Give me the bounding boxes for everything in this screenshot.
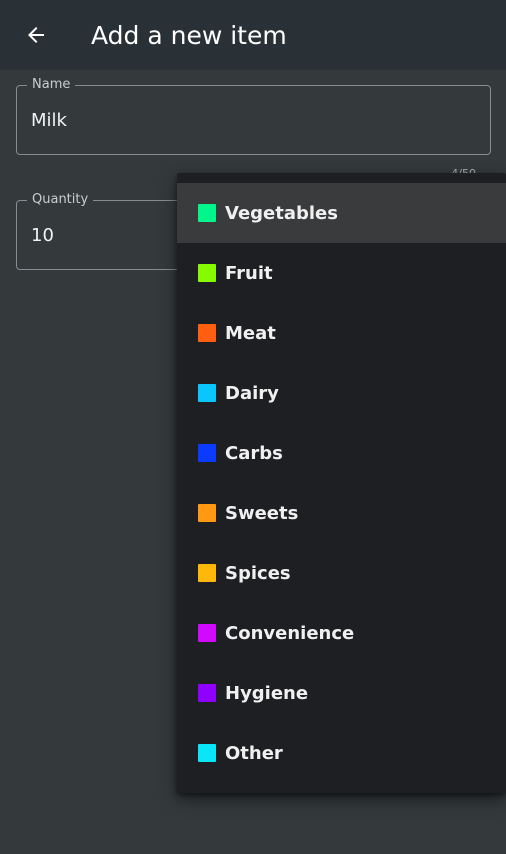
quantity-field-label: Quantity <box>27 192 94 208</box>
category-item-label: Other <box>225 743 283 764</box>
category-item-spices[interactable]: Spices <box>177 543 506 603</box>
name-field[interactable]: Name Milk <box>16 77 491 155</box>
category-color-swatch <box>198 684 216 702</box>
category-item-label: Carbs <box>225 443 283 464</box>
category-item-vegetables[interactable]: Vegetables <box>177 183 506 243</box>
category-item-fruit[interactable]: Fruit <box>177 243 506 303</box>
category-item-label: Meat <box>225 323 276 344</box>
category-item-label: Spices <box>225 563 291 584</box>
category-item-other[interactable]: Other <box>177 723 506 783</box>
category-item-hygiene[interactable]: Hygiene <box>177 663 506 723</box>
quantity-field[interactable]: Quantity 10 <box>16 192 191 270</box>
category-color-swatch <box>198 564 216 582</box>
category-item-label: Convenience <box>225 623 355 644</box>
category-color-swatch <box>198 204 216 222</box>
back-button[interactable] <box>18 17 54 53</box>
category-color-swatch <box>198 444 216 462</box>
category-item-label: Sweets <box>225 503 299 524</box>
category-item-label: Dairy <box>225 383 279 404</box>
page-title: Add a new item <box>91 21 287 50</box>
category-color-swatch <box>198 324 216 342</box>
category-dropdown-menu: Vegetables Fruit Meat Dairy Carbs Sweets… <box>177 173 506 793</box>
category-item-convenience[interactable]: Convenience <box>177 603 506 663</box>
category-color-swatch <box>198 624 216 642</box>
category-color-swatch <box>198 264 216 282</box>
quantity-field-value[interactable]: 10 <box>31 224 54 248</box>
category-item-carbs[interactable]: Carbs <box>177 423 506 483</box>
category-list: Vegetables Fruit Meat Dairy Carbs Sweets… <box>177 183 506 783</box>
category-color-swatch <box>198 384 216 402</box>
name-field-label: Name <box>27 77 76 93</box>
category-item-label: Vegetables <box>225 203 338 224</box>
category-color-swatch <box>198 504 216 522</box>
category-item-meat[interactable]: Meat <box>177 303 506 363</box>
app-bar: Add a new item <box>0 0 506 70</box>
category-item-label: Fruit <box>225 263 273 284</box>
category-item-dairy[interactable]: Dairy <box>177 363 506 423</box>
arrow-left-icon <box>28 27 44 43</box>
category-color-swatch <box>198 744 216 762</box>
category-item-sweets[interactable]: Sweets <box>177 483 506 543</box>
category-item-label: Hygiene <box>225 683 309 704</box>
name-field-value[interactable]: Milk <box>31 109 67 133</box>
